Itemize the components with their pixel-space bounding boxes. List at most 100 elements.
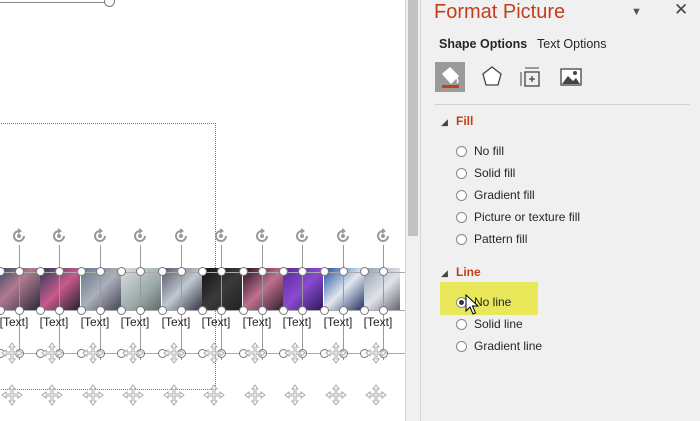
text-placeholder-label[interactable]: [Text] [318,315,358,329]
resize-handle[interactable] [379,306,388,315]
resize-handle[interactable] [96,306,105,315]
move-handle-icon[interactable] [365,342,387,364]
text-placeholder-label[interactable]: [Text] [75,315,115,329]
resize-handle[interactable] [258,306,267,315]
resize-handle[interactable] [177,267,186,276]
rotate-handle-icon[interactable] [374,227,392,245]
fill-option-solid-fill[interactable]: Solid fill [456,164,515,182]
text-placeholder-label[interactable]: [Text] [196,315,236,329]
solid-fill-radio[interactable] [456,167,467,179]
rotate-handle-icon[interactable] [131,227,149,245]
resize-handle[interactable] [36,306,45,315]
resize-handle[interactable] [320,267,329,276]
text-placeholder-label[interactable]: [Text] [237,315,277,329]
gradient-fill-radio[interactable] [456,189,467,201]
line-option-gradient-line[interactable]: Gradient line [456,337,542,355]
text-placeholder-label[interactable]: [Text] [115,315,155,329]
move-handle-icon[interactable] [325,384,347,406]
move-handle-icon[interactable] [41,384,63,406]
move-handle-icon[interactable] [82,384,104,406]
move-handle-icon[interactable] [284,384,306,406]
picture-icon[interactable] [556,62,586,92]
move-handle-icon[interactable] [203,342,225,364]
fill-section-heading[interactable]: Fill [456,114,473,128]
rotate-handle-icon[interactable] [91,227,109,245]
move-handle-icon[interactable] [244,342,266,364]
no-fill-radio[interactable] [456,145,467,157]
resize-handle[interactable] [77,306,86,315]
move-handle-icon[interactable] [122,342,144,364]
scrollbar-thumb[interactable] [408,0,418,236]
text-placeholder-label[interactable]: [Text] [0,315,34,329]
resize-handle[interactable] [117,267,126,276]
move-handle-icon[interactable] [1,384,23,406]
resize-handle[interactable] [298,267,307,276]
move-handle-icon[interactable] [163,342,185,364]
resize-handle[interactable] [198,306,207,315]
resize-handle[interactable] [136,306,145,315]
resize-handle[interactable] [198,267,207,276]
line-collapse-icon[interactable]: ◢ [441,268,448,279]
resize-handle[interactable] [360,306,369,315]
resize-handle[interactable] [55,267,64,276]
rotate-handle-icon[interactable] [334,227,352,245]
resize-handle[interactable] [217,306,226,315]
resize-handle[interactable] [136,267,145,276]
resize-handle[interactable] [339,306,348,315]
close-icon[interactable]: ✕ [674,0,688,20]
resize-handle[interactable] [55,306,64,315]
resize-handle[interactable] [258,267,267,276]
resize-handle[interactable] [36,267,45,276]
resize-handle[interactable] [77,267,86,276]
fill-collapse-icon[interactable]: ◢ [441,117,448,128]
rotate-handle-icon[interactable] [212,227,230,245]
text-placeholder-label[interactable]: [Text] [358,315,398,329]
fill-option-gradient-fill[interactable]: Gradient fill [456,186,535,204]
effects-icon[interactable] [477,62,507,92]
resize-handle[interactable] [158,306,167,315]
rotate-handle-icon[interactable] [293,227,311,245]
move-handle-icon[interactable] [41,342,63,364]
rotate-handle-icon[interactable] [172,227,190,245]
resize-handle[interactable] [117,306,126,315]
rotate-handle-icon[interactable] [10,227,28,245]
move-handle-icon[interactable] [1,342,23,364]
resize-handle[interactable] [279,306,288,315]
fill-line-icon[interactable] [435,62,465,92]
resize-handle[interactable] [177,306,186,315]
pattern-fill-radio[interactable] [456,233,467,245]
move-handle-icon[interactable] [244,384,266,406]
top-resize-handle[interactable] [104,0,115,7]
pane-options-dropdown-icon[interactable]: ▼ [631,6,642,18]
vertical-scrollbar[interactable] [405,0,421,421]
rotate-handle-icon[interactable] [50,227,68,245]
slide-canvas[interactable]: [Text] [Text] [Text] [Text] [Text] [Text] [Tex… [0,0,405,421]
tab-shape-options[interactable]: Shape Options [439,37,527,51]
resize-handle[interactable] [360,267,369,276]
resize-handle[interactable] [298,306,307,315]
text-placeholder-label[interactable]: [Text] [156,315,196,329]
text-placeholder-label[interactable]: [Text] [34,315,74,329]
resize-handle[interactable] [15,306,24,315]
move-handle-icon[interactable] [82,342,104,364]
resize-handle[interactable] [239,306,248,315]
resize-handle[interactable] [320,306,329,315]
resize-handle[interactable] [239,267,248,276]
size-properties-icon[interactable] [516,62,546,92]
fill-option-picture-texture[interactable]: Picture or texture fill [456,208,580,226]
rotate-handle-icon[interactable] [253,227,271,245]
fill-option-pattern-fill[interactable]: Pattern fill [456,230,527,248]
line-section-heading[interactable]: Line [456,265,481,279]
resize-handle[interactable] [217,267,226,276]
resize-handle[interactable] [339,267,348,276]
fill-option-no-fill[interactable]: No fill [456,142,504,160]
resize-handle[interactable] [96,267,105,276]
move-handle-icon[interactable] [284,342,306,364]
resize-handle[interactable] [15,267,24,276]
tab-text-options[interactable]: Text Options [537,37,606,51]
resize-handle[interactable] [158,267,167,276]
move-handle-icon[interactable] [325,342,347,364]
resize-handle[interactable] [379,267,388,276]
move-handle-icon[interactable] [203,384,225,406]
text-placeholder-label[interactable]: [Text] [277,315,317,329]
